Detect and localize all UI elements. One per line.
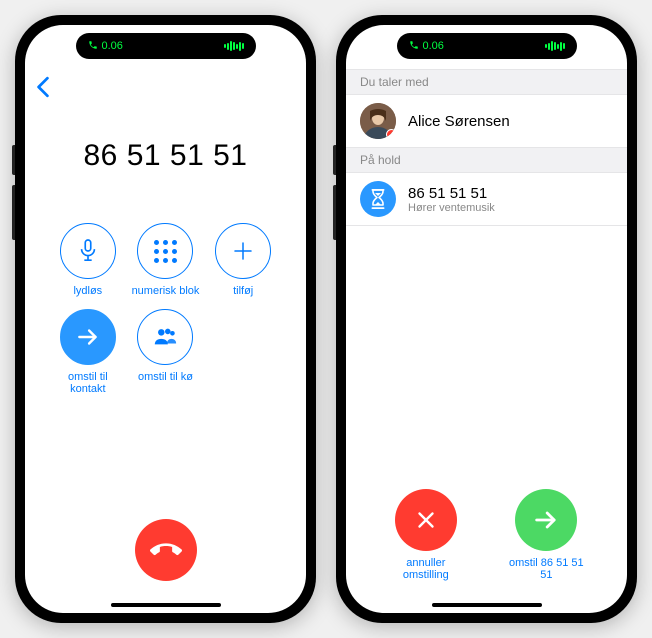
phone-left: 0.06 86 51 51 51 lydløs n [15, 15, 316, 623]
mute-button[interactable]: lydløs [53, 223, 123, 297]
arrow-right-icon [60, 309, 116, 365]
contact-name: Alice Sørensen [408, 113, 510, 130]
phone-icon [409, 40, 419, 53]
transfer-label: omstil 86 51 51 51 [506, 557, 587, 581]
mute-icon [60, 223, 116, 279]
transfer-queue-label: omstil til kø [138, 371, 193, 383]
keypad-label: numerisk blok [132, 285, 200, 297]
call-controls-grid: lydløs numerisk blok tilføj omstil til k… [25, 223, 306, 395]
island-call-status: 0.06 [88, 40, 123, 53]
transfer-contact-label: omstil til kontakt [53, 371, 123, 395]
add-label: tilføj [233, 285, 253, 297]
bottom-actions [25, 519, 306, 581]
mute-label: lydløs [73, 285, 102, 297]
phone-right: 0.06 Du taler med Alice Sørensen På hold… [336, 15, 637, 623]
bottom-actions: annuller omstilling omstil 86 51 51 51 [346, 489, 627, 581]
keypad-icon [137, 223, 193, 279]
active-call-row[interactable]: Alice Sørensen [346, 95, 627, 148]
home-indicator[interactable] [432, 603, 542, 607]
plus-icon [215, 223, 271, 279]
hold-call-row[interactable]: 86 51 51 51 Hører ventemusik [346, 173, 627, 226]
keypad-button[interactable]: numerisk blok [131, 223, 201, 297]
add-button[interactable]: tilføj [208, 223, 278, 297]
screen-right: 0.06 Du taler med Alice Sørensen På hold… [346, 25, 627, 613]
avatar [360, 103, 396, 139]
close-icon [413, 507, 439, 533]
cancel-transfer-button[interactable] [395, 489, 457, 551]
audio-wave-icon [545, 41, 565, 51]
hourglass-icon [360, 181, 396, 217]
dialed-number: 86 51 51 51 [25, 139, 306, 173]
hold-number: 86 51 51 51 [408, 185, 495, 202]
section-talking-with: Du taler med [346, 69, 627, 95]
phone-icon [88, 40, 98, 53]
arrow-right-icon [532, 506, 560, 534]
cancel-label: annuller omstilling [386, 557, 466, 581]
confirm-transfer-button[interactable] [515, 489, 577, 551]
back-button[interactable] [35, 76, 51, 103]
section-on-hold: På hold [346, 148, 627, 173]
queue-icon [137, 309, 193, 365]
hold-status: Hører ventemusik [408, 202, 495, 214]
call-duration: 0.06 [102, 40, 123, 52]
dynamic-island: 0.06 [397, 33, 577, 59]
call-duration: 0.06 [423, 40, 444, 52]
transfer-contact-button[interactable]: omstil til kontakt [53, 309, 123, 395]
home-indicator[interactable] [111, 603, 221, 607]
hangup-button[interactable] [135, 519, 197, 581]
dynamic-island: 0.06 [76, 33, 256, 59]
nav-bar [25, 69, 306, 109]
hangup-icon [150, 534, 182, 566]
audio-wave-icon [224, 41, 244, 51]
status-busy-icon [386, 129, 396, 139]
island-call-status: 0.06 [409, 40, 444, 53]
screen-left: 0.06 86 51 51 51 lydløs n [25, 25, 306, 613]
transfer-queue-button[interactable]: omstil til kø [131, 309, 201, 395]
